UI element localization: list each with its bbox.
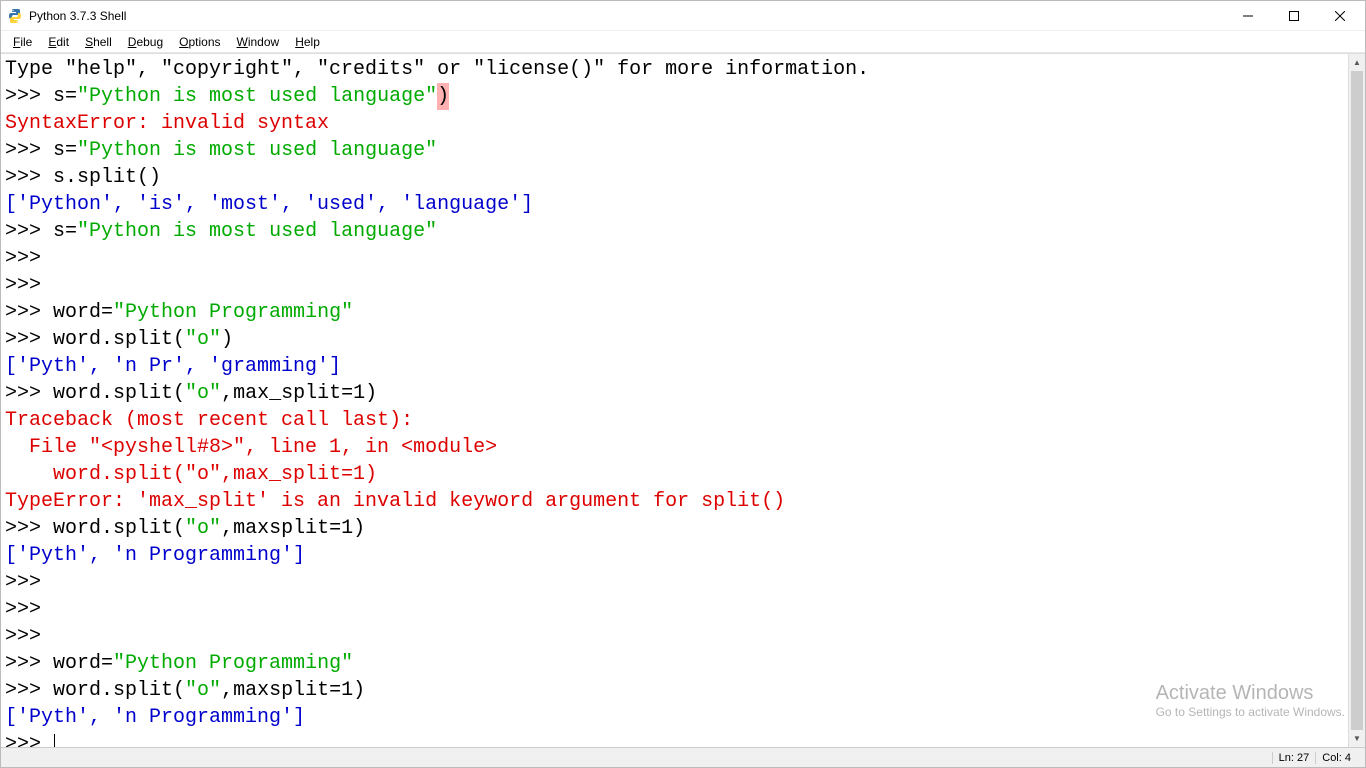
shell-text[interactable]: Type "help", "copyright", "credits" or "…	[1, 54, 1348, 747]
scroll-track[interactable]	[1349, 71, 1365, 730]
status-line: Ln: 27	[1272, 752, 1316, 764]
status-col: Col: 4	[1315, 752, 1357, 764]
syntax-error: SyntaxError: invalid syntax	[5, 112, 329, 135]
close-button[interactable]	[1317, 1, 1363, 31]
scroll-up-button[interactable]: ▲	[1349, 54, 1365, 71]
type-error: TypeError: 'max_split' is an invalid key…	[5, 490, 785, 513]
menu-options[interactable]: Options	[171, 33, 228, 51]
window-controls	[1225, 1, 1363, 31]
statusbar: Ln: 27 Col: 4	[1, 747, 1365, 767]
idle-window: Python 3.7.3 Shell File Edit Shell Debug…	[0, 0, 1366, 768]
menu-debug[interactable]: Debug	[120, 33, 171, 51]
python-icon	[7, 8, 23, 24]
vertical-scrollbar[interactable]: ▲ ▼	[1348, 54, 1365, 747]
scroll-thumb[interactable]	[1351, 71, 1363, 730]
traceback-header: Traceback (most recent call last):	[5, 409, 413, 432]
scroll-down-button[interactable]: ▼	[1349, 730, 1365, 747]
maximize-button[interactable]	[1271, 1, 1317, 31]
menu-shell[interactable]: Shell	[77, 33, 120, 51]
menu-window[interactable]: Window	[229, 33, 288, 51]
minimize-button[interactable]	[1225, 1, 1271, 31]
window-title: Python 3.7.3 Shell	[29, 9, 1225, 23]
editor-area: Type "help", "copyright", "credits" or "…	[1, 53, 1365, 747]
text-cursor	[54, 734, 55, 747]
menubar: File Edit Shell Debug Options Window Hel…	[1, 31, 1365, 53]
titlebar[interactable]: Python 3.7.3 Shell	[1, 1, 1365, 31]
banner-line: Type "help", "copyright", "credits" or "…	[5, 58, 869, 81]
menu-edit[interactable]: Edit	[40, 33, 77, 51]
output-list: ['Python', 'is', 'most', 'used', 'langua…	[5, 193, 533, 216]
menu-help[interactable]: Help	[287, 33, 328, 51]
prompt: >>>	[5, 85, 53, 108]
error-highlight: )	[437, 83, 449, 110]
menu-file[interactable]: File	[5, 33, 40, 51]
